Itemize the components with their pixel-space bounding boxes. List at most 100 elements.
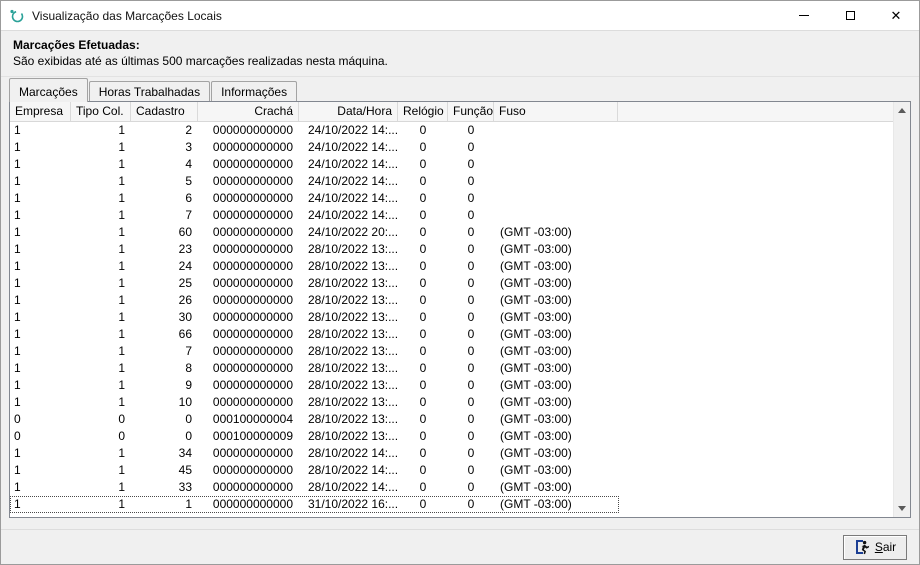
cell-funcao: 0 [467,225,475,239]
cell-empresa: 1 [14,242,21,256]
table-row[interactable]: 1 1 4 000000000000 24/10/2022 14:... 0 0 [10,156,910,173]
exit-door-icon [854,539,870,555]
cell-tipo-col: 1 [118,276,125,290]
cell-relogio: 0 [419,395,427,409]
scrollbar-track[interactable] [894,119,910,500]
table-body: 1 1 2 000000000000 24/10/2022 14:... 0 0 1 1 3 000… [10,122,910,513]
table-row[interactable]: 1 1 45 000000000000 28/10/2022 14:... 0 0 (GMT … [10,462,910,479]
table-row[interactable]: 1 1 10 000000000000 28/10/2022 13:... 0 0 (GMT … [10,394,910,411]
cell-tipo-col: 1 [118,327,125,341]
cell-tipo-col: 1 [118,208,125,222]
table-row[interactable]: 1 1 7 000000000000 28/10/2022 13:... 0 0 (GMT -… [10,343,910,360]
cell-empresa: 0 [14,429,21,443]
vertical-scrollbar[interactable] [893,102,910,517]
table-row[interactable]: 1 1 34 000000000000 28/10/2022 14:... 0 0 (GMT … [10,445,910,462]
cell-cadastro: 0 [185,412,192,426]
close-icon: ✕ [890,8,902,23]
titlebar[interactable]: Visualização das Marcações Locais ✕ [1,1,919,31]
cell-empresa: 1 [14,276,21,290]
cell-cadastro: 1 [185,497,192,511]
cell-funcao: 0 [467,208,475,222]
cell-funcao: 0 [467,191,475,205]
cell-empresa: 1 [14,327,21,341]
cell-cracha: 000000000000 [212,242,293,256]
column-header-funcao[interactable]: Função [448,102,494,121]
column-header-cadastro[interactable]: Cadastro [131,102,198,121]
table-row[interactable]: 1 1 7 000000000000 24/10/2022 14:... 0 0 [10,207,910,224]
cell-funcao: 0 [467,395,475,409]
cell-empresa: 1 [14,310,21,324]
maximize-button[interactable] [827,1,873,30]
column-header-data-hora[interactable]: Data/Hora [299,102,398,121]
cell-tipo-col: 1 [118,225,125,239]
tab-informacoes[interactable]: Informações [211,81,298,101]
window-title: Visualização das Marcações Locais [32,8,222,23]
table-row[interactable]: 1 1 24 000000000000 28/10/2022 13:... 0 0 (GMT … [10,258,910,275]
column-header-filler [618,102,910,121]
cell-empresa: 1 [14,208,21,222]
cell-funcao: 0 [467,174,475,188]
table-row[interactable]: 1 1 30 000000000000 28/10/2022 13:... 0 0 (GMT … [10,309,910,326]
table-row[interactable]: 0 0 0 000100000009 28/10/2022 13:... 0 0 (GMT -… [10,428,910,445]
app-icon [9,8,25,24]
cell-tipo-col: 1 [118,174,125,188]
minimize-icon [799,15,809,16]
exit-button[interactable]: Sair [843,534,907,560]
cell-data-hora: 24/10/2022 14:... [308,140,398,154]
column-header-relogio[interactable]: Relógio [398,102,448,121]
table-row[interactable]: 1 1 23 000000000000 28/10/2022 13:... 0 0 (GMT … [10,241,910,258]
table-row[interactable]: 1 1 33 000000000000 28/10/2022 14:... 0 0 (GMT … [10,479,910,496]
column-header-empresa[interactable]: Empresa [10,102,71,121]
table-row[interactable]: 1 1 3 000000000000 24/10/2022 14:... 0 0 [10,139,910,156]
column-header-tipo-col[interactable]: Tipo Col. [71,102,131,121]
cell-cracha: 000000000000 [212,276,293,290]
table-row[interactable]: 1 1 9 000000000000 28/10/2022 13:... 0 0 (GMT -… [10,377,910,394]
cell-relogio: 0 [419,429,427,443]
tab-horas-trabalhadas[interactable]: Horas Trabalhadas [88,81,211,101]
close-button[interactable]: ✕ [873,1,919,30]
cell-cracha: 000000000000 [212,225,293,239]
table-row[interactable]: 1 1 8 000000000000 28/10/2022 13:... 0 0 (GMT -… [10,360,910,377]
table-row[interactable]: 1 1 26 000000000000 28/10/2022 13:... 0 0 (GMT … [10,292,910,309]
table-row[interactable]: 1 1 25 000000000000 28/10/2022 13:... 0 0 (GMT … [10,275,910,292]
cell-relogio: 0 [419,412,427,426]
window-controls: ✕ [781,1,919,30]
cell-relogio: 0 [419,123,427,137]
cell-tipo-col: 0 [118,412,125,426]
cell-tipo-col: 1 [118,463,125,477]
cell-cadastro: 45 [178,463,192,477]
table-row[interactable]: 1 1 60 000000000000 24/10/2022 20:... 0 0 (GMT … [10,224,910,241]
table-row[interactable]: 1 1 1 000000000000 31/10/2022 16:... 0 0 (GMT -… [10,496,910,513]
table-row[interactable]: 1 1 66 000000000000 28/10/2022 13:... 0 0 (GMT … [10,326,910,343]
cell-relogio: 0 [419,446,427,460]
scroll-down-button[interactable] [894,500,910,517]
cell-funcao: 0 [467,361,475,375]
cell-cadastro: 30 [178,310,192,324]
cell-cadastro: 66 [178,327,192,341]
cell-empresa: 1 [14,191,21,205]
table-row[interactable]: 1 1 6 000000000000 24/10/2022 14:... 0 0 [10,190,910,207]
cell-cadastro: 25 [178,276,192,290]
table-row[interactable]: 1 1 2 000000000000 24/10/2022 14:... 0 0 [10,122,910,139]
cell-relogio: 0 [419,378,427,392]
table-row[interactable]: 1 1 5 000000000000 24/10/2022 14:... 0 0 [10,173,910,190]
scroll-up-button[interactable] [894,102,910,119]
cell-cracha: 000000000000 [212,378,293,392]
cell-data-hora: 28/10/2022 14:... [308,463,398,477]
cell-tipo-col: 1 [118,395,125,409]
column-header-cracha[interactable]: Crachá [198,102,299,121]
tab-marcacoes[interactable]: Marcações [9,78,88,102]
cell-relogio: 0 [419,157,427,171]
cell-tipo-col: 1 [118,497,125,511]
cell-empresa: 1 [14,497,21,511]
cell-fuso: (GMT -03:00) [500,446,572,460]
minimize-button[interactable] [781,1,827,30]
cell-fuso: (GMT -03:00) [500,361,572,375]
scroll-down-icon [898,506,906,511]
cell-relogio: 0 [419,225,427,239]
cell-fuso: (GMT -03:00) [500,259,572,273]
table-row[interactable]: 0 0 0 000100000004 28/10/2022 13:... 0 0 (GMT -… [10,411,910,428]
cell-relogio: 0 [419,293,427,307]
cell-funcao: 0 [467,344,475,358]
column-header-fuso[interactable]: Fuso [494,102,618,121]
